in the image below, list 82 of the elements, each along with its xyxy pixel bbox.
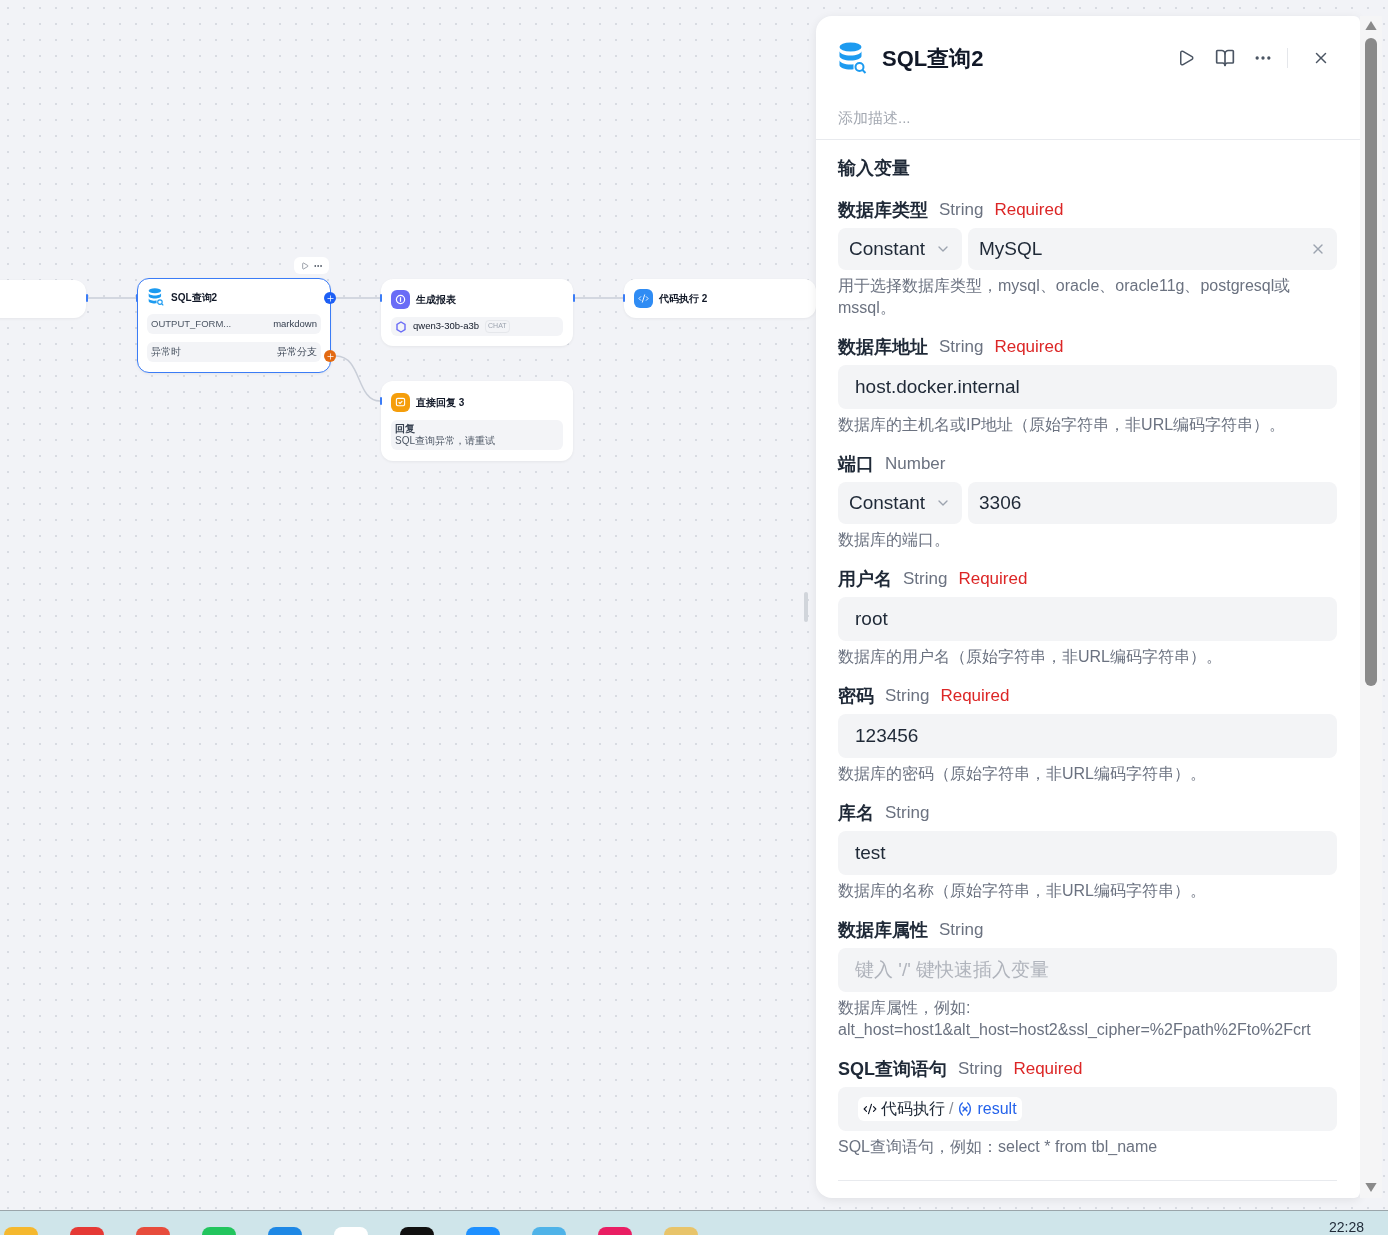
field-description: 数据库的密码（原始字符串，非URL编码字符串）。 xyxy=(838,764,1207,784)
field-label: 密码 xyxy=(838,684,874,708)
required-label: Required xyxy=(940,685,1010,708)
resize-handle[interactable] xyxy=(804,592,808,622)
field-description: 数据库的名称（原始字符串，非URL编码字符串）。 xyxy=(838,881,1207,901)
field-type: String xyxy=(958,1058,1003,1081)
connection-handle[interactable] xyxy=(380,397,382,405)
required-label: Required xyxy=(1013,1058,1083,1081)
clock: 22:28 xyxy=(1328,1219,1364,1235)
code-icon xyxy=(863,1102,877,1116)
database-icon xyxy=(838,42,867,74)
field-type: String xyxy=(939,336,984,359)
node-title: 生成报表 xyxy=(416,292,456,307)
field-label: 数据库地址 xyxy=(838,335,928,359)
variable-icon xyxy=(957,1101,974,1117)
value-field[interactable]: test xyxy=(838,831,1337,875)
connection-handle[interactable] xyxy=(380,294,382,302)
model-icon xyxy=(395,320,407,333)
mode-select[interactable]: Constant xyxy=(838,228,962,270)
value-field[interactable]: 代码执行 / result xyxy=(838,1087,1337,1131)
panel-title: SQL查询2 xyxy=(882,44,985,73)
database-icon xyxy=(147,288,165,306)
scroll-down-icon[interactable] xyxy=(1365,1183,1377,1192)
value-field[interactable]: 键入 '/' 键快速插入变量 xyxy=(838,948,1337,992)
row-key: OUTPUT_FORM... xyxy=(151,316,232,332)
connection-handle[interactable] xyxy=(573,294,575,302)
node-title: 代码执行 2 xyxy=(659,292,708,306)
reply-text: SQL查询异常，请重试 xyxy=(395,435,496,447)
field-type: String xyxy=(939,919,984,942)
field-label: 端口 xyxy=(838,452,874,476)
value-field[interactable]: host.docker.internal xyxy=(838,365,1337,409)
chip-node-label: 代码执行 xyxy=(881,1099,945,1119)
required-label: Required xyxy=(994,336,1064,359)
field-description: 数据库属性，例如: alt_host=host1&alt_host=host2&ssl_cipher=%2Fpath%2Fto%2Fcrt xyxy=(838,998,1312,1040)
field-type: String xyxy=(903,568,948,591)
value-field[interactable]: root xyxy=(838,597,1337,641)
node-title: SQL查询2 xyxy=(171,290,218,305)
node-card[interactable] xyxy=(0,280,86,318)
reply-label: 回复 xyxy=(395,423,416,435)
variable-chip[interactable]: 代码执行 / result xyxy=(858,1097,1022,1121)
scroll-thumb[interactable] xyxy=(1365,38,1377,686)
value-field[interactable]: MySQL xyxy=(968,228,1337,270)
play-icon[interactable] xyxy=(1177,49,1195,67)
field-label: 数据库类型 xyxy=(838,198,928,222)
field-description: 用于选择数据库类型，mysql、oracle、oracle11g、postgresql或mssql。 xyxy=(838,276,1292,318)
row-key: 异常时 xyxy=(151,344,181,360)
field-label: 数据库属性 xyxy=(838,918,928,942)
field-type: String xyxy=(885,802,930,825)
row-value: markdown xyxy=(273,316,317,331)
field-description: SQL查询语句，例如：select * from tbl_name xyxy=(838,1137,1159,1157)
required-label: Required xyxy=(994,199,1064,222)
field-description: 数据库的端口。 xyxy=(838,530,951,550)
info-icon xyxy=(391,289,410,309)
row-value: 异常分支 xyxy=(277,344,317,359)
field-label: 用户名 xyxy=(838,567,892,591)
field-type: Number xyxy=(885,453,946,476)
connection-handle[interactable] xyxy=(623,294,625,302)
required-label: Required xyxy=(958,568,1028,591)
chip-separator: / xyxy=(949,1099,954,1119)
node-card[interactable]: 代码执行 2 xyxy=(624,279,816,318)
node-card[interactable]: 直接回复 3 回复 SQL查询异常，请重试 xyxy=(381,381,573,461)
model-name: qwen3-30b-a3b xyxy=(413,319,480,334)
field-type: String xyxy=(939,199,984,222)
chip-variable: result xyxy=(977,1099,1017,1119)
section-title: 输入变量 xyxy=(838,156,911,180)
value-field[interactable]: 123456 xyxy=(838,714,1337,758)
reply-icon xyxy=(391,392,410,412)
field-description: 数据库的主机名或IP地址（原始字符串，非URL编码字符串）。 xyxy=(838,415,1287,435)
edge-line xyxy=(335,355,381,402)
field-description: 数据库的用户名（原始字符串，非URL编码字符串）。 xyxy=(838,647,1223,667)
mode-select[interactable]: Constant xyxy=(838,482,962,524)
connection-handle[interactable] xyxy=(86,294,88,302)
value-field[interactable]: 3306 xyxy=(968,482,1337,524)
field-type: String xyxy=(885,685,930,708)
node-card[interactable]: SQL查询2 OUTPUT_FORM... markdown 异常时 异常分支 xyxy=(137,278,331,373)
book-icon[interactable] xyxy=(1215,48,1235,68)
scroll-up-icon[interactable] xyxy=(1365,21,1377,30)
node-title: 直接回复 3 xyxy=(416,395,465,410)
code-icon xyxy=(634,289,653,308)
field-label: 库名 xyxy=(838,801,874,825)
connection-handle[interactable] xyxy=(136,294,138,302)
field-label: SQL查询语句 xyxy=(838,1057,947,1081)
